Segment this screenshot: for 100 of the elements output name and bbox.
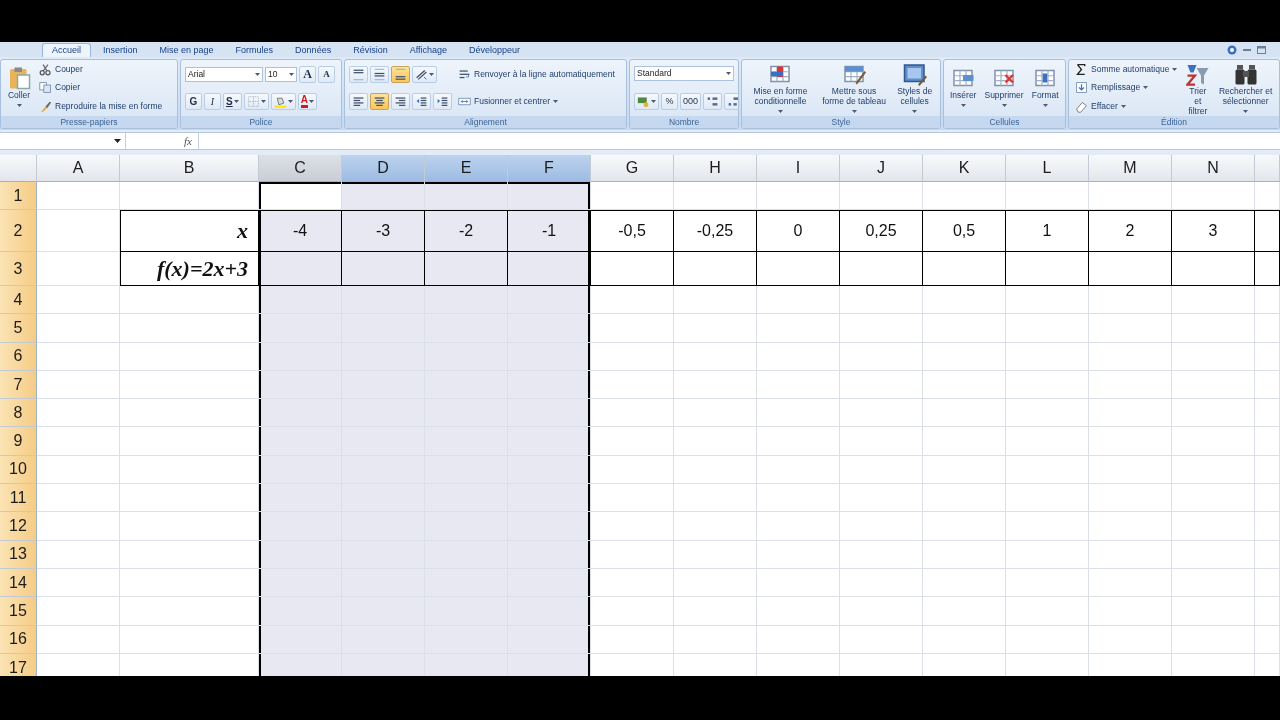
ribbon-button[interactable]: Coller: [5, 65, 33, 111]
ribbon-tab[interactable]: Formules: [225, 43, 284, 57]
row-header[interactable]: 3: [0, 252, 37, 286]
row-header[interactable]: 1: [0, 182, 37, 210]
caret-icon: [553, 100, 559, 104]
toolbar-button[interactable]: [370, 93, 389, 111]
column-header[interactable]: L: [1006, 155, 1089, 182]
ribbon-button[interactable]: Trier et filtrer: [1183, 61, 1213, 116]
toolbar-button[interactable]: [724, 92, 738, 110]
toolbar-button[interactable]: [433, 93, 452, 111]
function-label[interactable]: fx: [178, 132, 198, 150]
ribbon-button[interactable]: Somme automatique: [1073, 63, 1180, 77]
toolbar-button[interactable]: A: [297, 93, 317, 111]
toolbar-button[interactable]: S: [223, 93, 242, 111]
toolbar-button[interactable]: A: [299, 65, 316, 83]
table-cell: 2: [1089, 210, 1172, 252]
ribbon-button[interactable]: Supprimer: [982, 65, 1026, 111]
row-header[interactable]: 2: [0, 210, 37, 252]
help-icon[interactable]: [1227, 44, 1237, 55]
ribbon-button[interactable]: Rechercher et sélectionner: [1216, 61, 1275, 116]
row-header[interactable]: 13: [0, 540, 37, 569]
toolbar-button[interactable]: [391, 93, 410, 111]
column-header[interactable]: J: [840, 155, 923, 182]
ribbon-tab[interactable]: Développeur: [459, 43, 531, 57]
dropdown-field[interactable]: Standard: [634, 66, 734, 82]
ribbon-tab[interactable]: Données: [285, 43, 342, 57]
toolbar-button[interactable]: G: [185, 93, 202, 111]
ribbon-button[interactable]: Effacer: [1073, 99, 1180, 113]
toolbar-button[interactable]: %: [661, 92, 678, 110]
row-header[interactable]: 11: [0, 484, 37, 513]
minimize-icon[interactable]: [1243, 48, 1251, 51]
row-header[interactable]: 6: [0, 342, 37, 371]
column-header[interactable]: E: [425, 155, 508, 182]
caret-icon: [1143, 86, 1149, 90]
column-header[interactable]: K: [923, 155, 1006, 182]
group-label: Édition: [1069, 116, 1279, 128]
column-header[interactable]: I: [757, 155, 840, 182]
ribbon-button[interactable]: Remplissage: [1073, 81, 1180, 95]
toolbar-button[interactable]: [412, 93, 431, 111]
ribbon-tab[interactable]: Affichage: [399, 43, 458, 57]
table-cell: -0,5: [591, 210, 674, 252]
table-cell: [1255, 182, 1280, 210]
toolbar-button[interactable]: [703, 92, 723, 110]
ribbon-button[interactable]: Copier: [37, 81, 165, 95]
column-header[interactable]: F: [508, 155, 591, 182]
toolbar-button[interactable]: [349, 65, 368, 83]
group-label: Cellules: [944, 116, 1065, 128]
toolbar-button[interactable]: [391, 65, 410, 83]
ribbon-button[interactable]: Reproduire la mise en forme: [37, 99, 165, 113]
row-header[interactable]: 7: [0, 370, 37, 400]
ribbon-button[interactable]: Fusionner et centrer: [456, 95, 617, 109]
column-header[interactable]: H: [674, 155, 757, 182]
ribbon-button[interactable]: Format: [1029, 65, 1061, 111]
column-header[interactable]: G: [591, 155, 674, 182]
table-cell: [1255, 286, 1280, 315]
toolbar-button[interactable]: [412, 65, 437, 83]
ribbon-button[interactable]: Renvoyer à la ligne automatiquement: [456, 67, 617, 81]
column-header[interactable]: N: [1172, 155, 1255, 182]
caret-icon: [308, 100, 314, 104]
column-header[interactable]: B: [120, 155, 259, 182]
ribbon-tab[interactable]: Accueil: [42, 43, 91, 57]
toolbar-button[interactable]: 000: [680, 92, 702, 110]
toolbar-button[interactable]: [634, 92, 659, 110]
toolbar-button[interactable]: [270, 93, 296, 111]
ribbon-tab[interactable]: Révision: [343, 43, 398, 57]
remove-decimal-icon: [727, 94, 738, 108]
dropdown-field[interactable]: Arial: [185, 66, 263, 82]
borders-icon: [246, 95, 260, 109]
toolbar-button[interactable]: [349, 93, 368, 111]
row-header[interactable]: 17: [0, 653, 37, 676]
ribbon-button[interactable]: Couper: [37, 63, 165, 77]
row-header[interactable]: 8: [0, 399, 37, 428]
column-header[interactable]: M: [1089, 155, 1172, 182]
row-header[interactable]: 4: [0, 286, 37, 315]
column-header[interactable]: D: [342, 155, 425, 182]
column-header[interactable]: C: [259, 155, 342, 182]
row-header[interactable]: 10: [0, 455, 37, 485]
table-cell: [1255, 597, 1280, 626]
row-header[interactable]: 15: [0, 597, 37, 626]
toolbar-button[interactable]: [370, 65, 389, 83]
ribbon-button[interactable]: Insérer: [948, 65, 979, 111]
row-header[interactable]: 16: [0, 625, 37, 654]
caret-icon: [1042, 104, 1048, 108]
table-cell: x: [120, 210, 259, 252]
group-label: Nombre: [630, 116, 738, 128]
ribbon-button[interactable]: Styles de cellules: [893, 61, 936, 116]
row-header[interactable]: 14: [0, 568, 37, 598]
row-header[interactable]: 9: [0, 427, 37, 456]
toolbar-button[interactable]: I: [204, 93, 221, 111]
copy-icon: [39, 81, 52, 95]
row-header[interactable]: 5: [0, 314, 37, 343]
row-header[interactable]: 12: [0, 512, 37, 541]
toolbar-button[interactable]: A: [318, 65, 335, 83]
ribbon-tab[interactable]: Insertion: [93, 43, 148, 57]
column-header[interactable]: A: [37, 155, 120, 182]
ribbon-tab[interactable]: Mise en page: [149, 43, 224, 57]
table-cell: [1255, 625, 1280, 654]
table-cell: [1255, 455, 1280, 485]
restore-icon[interactable]: [1257, 45, 1266, 54]
dropdown-field[interactable]: 10: [265, 66, 297, 82]
